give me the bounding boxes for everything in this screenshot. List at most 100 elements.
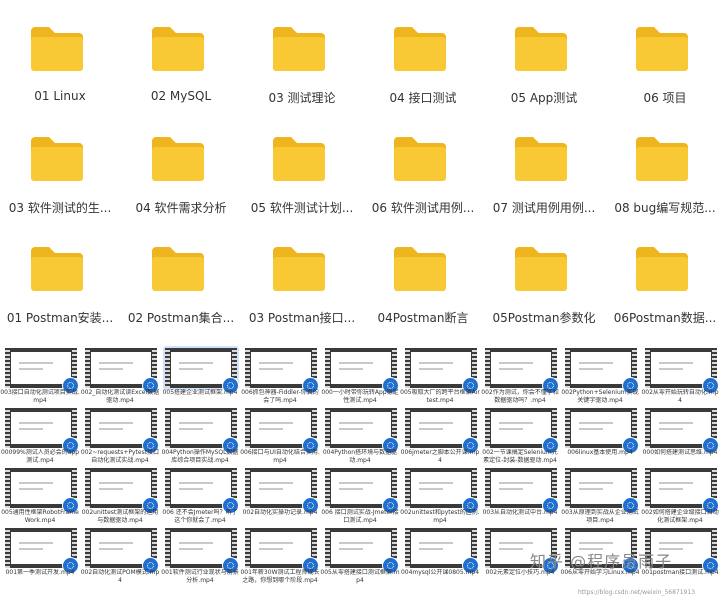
- video-file[interactable]: 002Python+Selenium实现关键字驱动.mp4: [560, 345, 640, 405]
- folder-item[interactable]: 02 Postman集合...: [121, 245, 241, 345]
- video-file[interactable]: 005吸取大厂的跨平台框架Airtest.mp4: [400, 345, 480, 405]
- video-file[interactable]: 006抓包神器-Fiddler-你真的会了吗.mp4: [240, 345, 320, 405]
- folder-label: 08 bug编写规范...: [614, 201, 716, 215]
- folder-icon: [636, 27, 688, 71]
- video-label: 002Python+Selenium实现关键字驱动.mp4: [561, 389, 639, 404]
- video-file[interactable]: 002一节课搞定Selenium元素定位-封装-数据驱动.mp4: [480, 405, 560, 465]
- video-file[interactable]: 006linux基本使用.mp4: [560, 405, 640, 465]
- video-file[interactable]: 004Python操作MySQL数据库综合项目实战.mp4: [160, 405, 240, 465]
- folder-item[interactable]: 06 软件测试用例...: [363, 135, 483, 235]
- video-file[interactable]: 002_自动化测试读Excel数据驱动.mp4: [80, 345, 160, 405]
- video-file[interactable]: 002从零开始玩转自动化.mp4: [640, 345, 720, 405]
- folder-icon: [394, 27, 446, 71]
- video-file[interactable]: 001软件测试行业现状与前景分析.mp4: [160, 525, 240, 585]
- folder-item[interactable]: 05Postman参数化: [484, 245, 604, 345]
- video-file[interactable]: 004mysql公开课0805.mp4: [400, 525, 480, 585]
- folder-icon: [515, 137, 567, 181]
- video-file[interactable]: 000一小时带你玩转App稳定性测试.mp4: [320, 345, 400, 405]
- video-label: 005吸取大厂的跨平台框架Airtest.mp4: [400, 389, 480, 404]
- video-file[interactable]: 006接口与UI自动化结合实用.mp4: [240, 405, 320, 465]
- video-file[interactable]: 006 还不会Jmeter吗？听了这个你就会了.mp4: [160, 465, 240, 525]
- folder-label: 05Postman参数化: [492, 311, 596, 325]
- video-file[interactable]: 002unittest和pytest的区别.mp4: [400, 465, 480, 525]
- folder-item[interactable]: 01 Linux: [0, 25, 120, 125]
- video-label: 002_自动化测试读Excel数据驱动.mp4: [80, 389, 160, 404]
- folder-item[interactable]: 06Postman数据...: [605, 245, 720, 345]
- folder-icon: [273, 27, 325, 71]
- video-label: 005通用性框架RobotFrameWork.mp4: [1, 509, 79, 524]
- folder-item[interactable]: 06 项目: [605, 25, 720, 125]
- video-file[interactable]: 002如何搭建企业级接口自动化测试框架.mp4: [640, 465, 720, 525]
- folder-label: 02 MySQL: [150, 89, 212, 103]
- video-file[interactable]: 002作为测试，你会不懂字和数据驱动吗？.mp4: [480, 345, 560, 405]
- watermark: 知乎 @程序员雨子: [530, 552, 673, 571]
- video-thumbnail: [645, 468, 719, 514]
- video-file[interactable]: 003从自动化测试中台.mp4: [480, 465, 560, 525]
- folder-icon: [273, 137, 325, 181]
- video-thumbnail: [5, 528, 79, 574]
- video-label: 004mysql公开课0805.mp4: [400, 569, 480, 576]
- video-thumbnail: [5, 468, 79, 514]
- video-label: 006linux基本使用.mp4: [567, 449, 633, 456]
- folder-label: 03 Postman接口...: [248, 311, 356, 325]
- folder-icon: [152, 137, 204, 181]
- folder-icon: [394, 137, 446, 181]
- video-thumbnail: [165, 468, 239, 514]
- folder-label: 06 软件测试用例...: [371, 201, 475, 215]
- video-label: 001年薪30W测试工程师成长之路，你想到哪个阶段.mp4: [240, 569, 320, 584]
- video-file[interactable]: 003从原理到实战从企业测试项目.mp4: [560, 465, 640, 525]
- video-thumbnail: [85, 348, 159, 394]
- video-file[interactable]: 002unittest测试框架的运用与数据驱动.mp4: [80, 465, 160, 525]
- folder-item[interactable]: 03 软件测试的生...: [0, 135, 120, 235]
- video-file[interactable]: 005搭建企业测试框架.mp4: [160, 345, 240, 405]
- video-file[interactable]: 002~requests+Pytest接口自动化测试实战.mp4: [80, 405, 160, 465]
- video-thumbnail: [163, 346, 239, 394]
- video-file[interactable]: 002自动化测试POM模式.mp4: [80, 525, 160, 585]
- csdn-credit: https://blog.csdn.net/weixin_56871913: [578, 589, 696, 596]
- folder-icon: [152, 27, 204, 71]
- video-thumbnail: [405, 468, 479, 514]
- video-file[interactable]: 000如何搭建测试思维.mp4: [640, 405, 720, 465]
- video-label: 004Python操作MySQL数据库综合项目实战.mp4: [161, 449, 239, 464]
- folder-label: 04 接口测试: [389, 91, 457, 105]
- folder-label: 05 App测试: [510, 91, 578, 105]
- folder-item[interactable]: 04 软件需求分析: [121, 135, 241, 235]
- video-thumbnail: [485, 348, 559, 394]
- video-thumbnail: [165, 408, 239, 454]
- folder-item[interactable]: 07 测试用例用例...: [484, 135, 604, 235]
- folder-item[interactable]: 03 Postman接口...: [242, 245, 362, 345]
- folder-label: 02 Postman集合...: [127, 311, 235, 325]
- video-thumbnail: [325, 468, 399, 514]
- video-file[interactable]: 005通用性框架RobotFrameWork.mp4: [0, 465, 80, 525]
- video-file[interactable]: 002自动化实操功记录.mp4: [240, 465, 320, 525]
- video-label: 00099%测试人员必会的app测试.mp4: [0, 449, 80, 464]
- video-file[interactable]: 00099%测试人员必会的app测试.mp4: [0, 405, 80, 465]
- folder-label: 01 Linux: [34, 89, 86, 103]
- folder-item[interactable]: 05 App测试: [484, 25, 604, 125]
- folder-item[interactable]: 08 bug编写规范...: [605, 135, 720, 235]
- video-thumbnail: [85, 468, 159, 514]
- video-label: 004Python搭环境与数据驱动.mp4: [322, 449, 398, 464]
- video-thumbnail: [245, 468, 319, 514]
- video-file[interactable]: 001年薪30W测试工程师成长之路，你想到哪个阶段.mp4: [240, 525, 320, 585]
- video-thumbnail: [485, 468, 559, 514]
- video-file[interactable]: 006jmeter之脚本公开课.mp4: [400, 405, 480, 465]
- folder-item[interactable]: 03 测试理论: [242, 25, 362, 125]
- folder-item[interactable]: 04 接口测试: [363, 25, 483, 125]
- video-file[interactable]: 003接口自动化测试项目实战.mp4: [0, 345, 80, 405]
- folder-item[interactable]: 01 Postman安装...: [0, 245, 120, 345]
- video-label: 002如何搭建企业级接口自动化测试框架.mp4: [641, 509, 719, 524]
- video-file[interactable]: 001第一季测试开发.mp4: [0, 525, 80, 585]
- video-file[interactable]: 006 接口测试实战-Jmeter接口测试.mp4: [320, 465, 400, 525]
- folder-label: 04 软件需求分析: [135, 201, 227, 215]
- folder-item[interactable]: 04Postman断言: [363, 245, 483, 345]
- video-label: 002作为测试，你会不懂字和数据驱动吗？.mp4: [481, 389, 559, 404]
- folder-item[interactable]: 02 MySQL: [121, 25, 241, 125]
- folder-item[interactable]: 05 软件测试计划...: [242, 135, 362, 235]
- video-file[interactable]: 005从零搭建接口测试框架.mp4: [320, 525, 400, 585]
- video-file[interactable]: 004Python搭环境与数据驱动.mp4: [320, 405, 400, 465]
- video-label: 002自动化测试POM模式.mp4: [80, 569, 160, 584]
- folder-icon: [31, 247, 83, 291]
- video-thumbnail: [5, 348, 79, 394]
- folder-icon: [31, 137, 83, 181]
